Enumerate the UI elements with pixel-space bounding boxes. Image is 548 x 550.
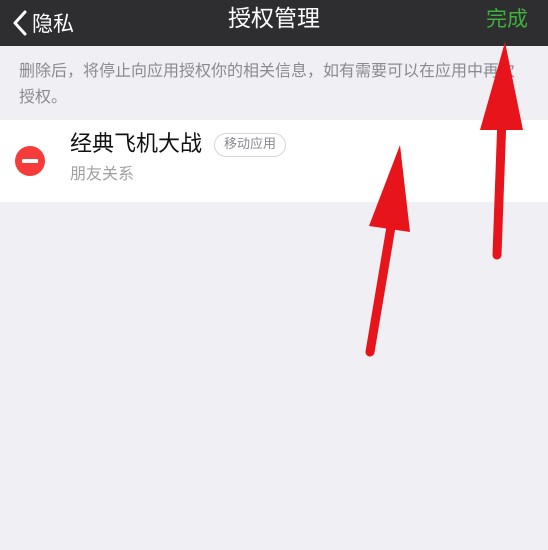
red-arrow-icon [480, 42, 523, 260]
red-arrow-icon [365, 145, 410, 357]
annotation-arrows [365, 42, 523, 357]
